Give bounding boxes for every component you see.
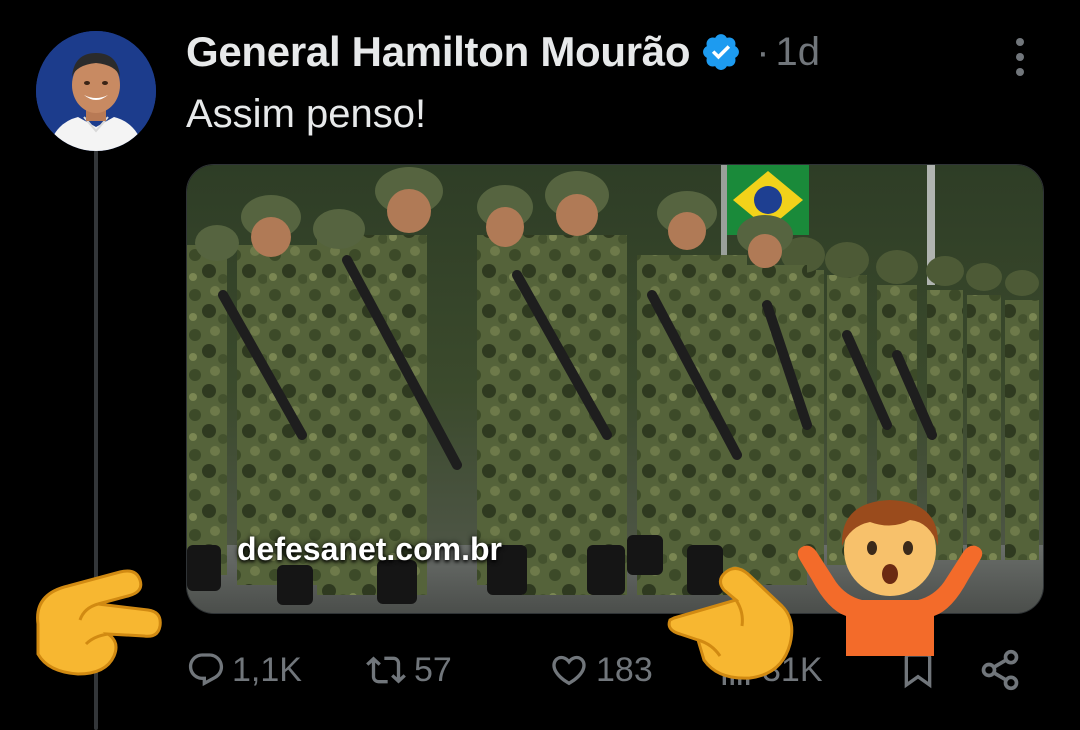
post-header: General Hamilton Mourão · 1d xyxy=(186,24,820,80)
reply-count: 1,1K xyxy=(232,650,302,689)
backhand-index-pointing-right-emoji-2 xyxy=(664,560,800,687)
repost-icon xyxy=(366,656,406,684)
separator-dot: · xyxy=(756,29,770,74)
backhand-index-pointing-right-emoji xyxy=(28,564,164,685)
avatar[interactable] xyxy=(36,31,156,151)
post-time[interactable]: 1d xyxy=(776,30,821,75)
reply-button[interactable]: 1,1K xyxy=(186,640,302,700)
like-button[interactable]: 183 xyxy=(548,640,653,700)
repost-button[interactable]: 57 xyxy=(364,640,452,700)
author-name[interactable]: General Hamilton Mourão xyxy=(186,28,690,76)
repost-count: 57 xyxy=(414,650,452,689)
image-watermark: defesanet.com.br xyxy=(237,531,502,567)
like-icon xyxy=(552,655,586,686)
more-options-icon[interactable] xyxy=(1002,34,1038,80)
like-count: 183 xyxy=(596,650,653,689)
person-shrugging-emoji xyxy=(792,484,988,661)
reply-icon xyxy=(188,653,224,687)
verified-badge-icon[interactable] xyxy=(700,31,742,73)
post-text: Assim penso! xyxy=(186,92,427,136)
